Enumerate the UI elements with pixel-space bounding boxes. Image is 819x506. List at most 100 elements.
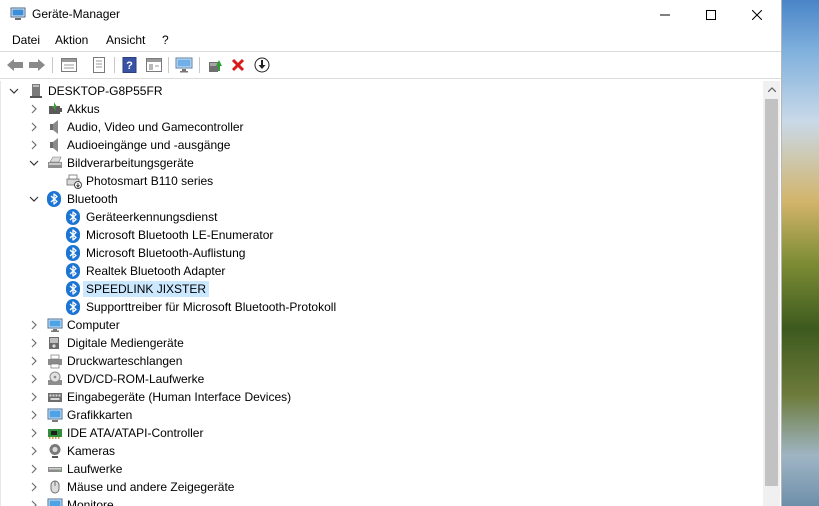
resources-icon — [146, 58, 162, 72]
chevron-up-icon — [767, 87, 776, 92]
tree-category[interactable]: Bluetooth — [1, 190, 763, 208]
maximize-icon — [706, 9, 716, 20]
menu-datei[interactable]: Datei — [12, 33, 40, 47]
tree-device[interactable]: Photosmart B110 series — [1, 172, 763, 190]
vertical-scrollbar[interactable] — [763, 81, 780, 506]
chevron-right-icon[interactable] — [29, 103, 39, 115]
details-button[interactable] — [89, 56, 109, 74]
minimize-button[interactable] — [642, 0, 688, 29]
device-tree[interactable]: DESKTOP-G8P55FR Akkus Audio, Video und Gam… — [0, 81, 763, 506]
update-driver-icon — [209, 60, 222, 72]
toolbar-separator — [114, 57, 115, 73]
chevron-right-icon[interactable] — [29, 355, 39, 367]
chevron-right-icon[interactable] — [29, 499, 39, 506]
bluetooth-icon — [66, 227, 80, 243]
details-icon — [93, 57, 105, 73]
red-x-icon — [231, 58, 245, 72]
forward-button[interactable] — [27, 56, 47, 74]
tree-category[interactable]: Druckwarteschlangen — [1, 352, 763, 370]
category-label: Audioeingänge und -ausgänge — [67, 138, 231, 152]
category-label: Eingabegeräte (Human Interface Devices) — [67, 390, 292, 404]
device-manager-icon — [10, 7, 26, 20]
tree-category[interactable]: Bildverarbeitungsgeräte — [1, 154, 763, 172]
category-label: Bildverarbeitungsgeräte — [67, 156, 194, 170]
chevron-right-icon[interactable] — [29, 373, 39, 385]
bluetooth-icon — [66, 299, 80, 315]
device-manager-window: Geräte-Manager Datei Aktion Ansicht ? ? … — [0, 0, 781, 506]
chevron-down-icon[interactable] — [29, 193, 39, 205]
tree-category[interactable]: Akkus — [1, 100, 763, 118]
toolbar-separator — [52, 57, 53, 73]
chevron-right-icon[interactable] — [29, 337, 39, 349]
view-resources-button[interactable] — [144, 56, 164, 74]
chevron-right-icon[interactable] — [29, 445, 39, 457]
help-button[interactable]: ? — [120, 56, 140, 74]
scan-hardware-button[interactable] — [174, 56, 194, 74]
toolbar-separator — [168, 57, 169, 73]
device-label: Microsoft Bluetooth LE-Enumerator — [86, 228, 274, 242]
category-label: Kameras — [67, 444, 116, 458]
bluetooth-icon — [66, 281, 80, 297]
tree-category[interactable]: Kameras — [1, 442, 763, 460]
chevron-right-icon[interactable] — [29, 139, 39, 151]
tree-category[interactable]: Monitore — [1, 496, 763, 506]
uninstall-button[interactable] — [228, 56, 248, 74]
tree-device[interactable]: Realtek Bluetooth Adapter — [1, 262, 763, 280]
chevron-right-icon[interactable] — [29, 121, 39, 133]
device-label: Microsoft Bluetooth-Auflistung — [86, 246, 246, 260]
properties-sheet-button[interactable] — [59, 56, 79, 74]
chevron-down-icon[interactable] — [29, 157, 39, 169]
close-icon — [752, 9, 762, 20]
tree-category[interactable]: Laufwerke — [1, 460, 763, 478]
menu-help[interactable]: ? — [162, 33, 169, 47]
category-label: Laufwerke — [67, 462, 123, 476]
menu-aktion[interactable]: Aktion — [55, 33, 88, 47]
tree-category[interactable]: Digitale Mediengeräte — [1, 334, 763, 352]
tree-device[interactable]: SPEEDLINK JIXSTER — [1, 280, 763, 298]
download-arrow-icon — [254, 57, 270, 73]
bluetooth-icon — [47, 191, 61, 207]
tree-category[interactable]: Eingabegeräte (Human Interface Devices) — [1, 388, 763, 406]
tree-category[interactable]: Audioeingänge und -ausgänge — [1, 136, 763, 154]
back-button[interactable] — [5, 56, 25, 74]
maximize-button[interactable] — [688, 0, 734, 29]
bluetooth-icon — [66, 245, 80, 261]
tree-category[interactable]: Grafikkarten — [1, 406, 763, 424]
chevron-right-icon[interactable] — [29, 391, 39, 403]
bluetooth-icon — [66, 209, 80, 225]
tree-category[interactable]: IDE ATA/ATAPI-Controller — [1, 424, 763, 442]
tree-root-label: DESKTOP-G8P55FR — [48, 84, 163, 98]
update-driver-button[interactable] — [205, 56, 225, 74]
tree-device[interactable]: Geräteerkennungsdienst — [1, 208, 763, 226]
tree-device[interactable]: Microsoft Bluetooth LE-Enumerator — [1, 226, 763, 244]
tree-category[interactable]: DVD/CD-ROM-Laufwerke — [1, 370, 763, 388]
tree-device[interactable]: Microsoft Bluetooth-Auflistung — [1, 244, 763, 262]
monitor-icon — [47, 497, 63, 506]
tree-root[interactable]: DESKTOP-G8P55FR — [1, 82, 763, 100]
chevron-right-icon[interactable] — [29, 409, 39, 421]
menu-ansicht[interactable]: Ansicht — [106, 33, 145, 47]
bluetooth-icon — [66, 263, 80, 279]
download-button[interactable] — [252, 56, 272, 74]
chevron-right-icon[interactable] — [29, 481, 39, 493]
window-title: Geräte-Manager — [32, 7, 121, 21]
tree-category[interactable]: Computer — [1, 316, 763, 334]
monitor-scan-icon — [175, 57, 193, 73]
chevron-right-icon[interactable] — [29, 427, 39, 439]
menu-bar: Datei Aktion Ansicht ? — [0, 31, 781, 50]
device-label: Geräteerkennungsdienst — [86, 210, 218, 224]
chevron-right-icon[interactable] — [29, 319, 39, 331]
svg-text:?: ? — [126, 60, 133, 72]
tree-category[interactable]: Audio, Video und Gamecontroller — [1, 118, 763, 136]
back-arrow-icon — [7, 59, 23, 71]
scroll-thumb[interactable] — [765, 99, 778, 486]
chevron-right-icon[interactable] — [29, 463, 39, 475]
device-label: SPEEDLINK JIXSTER — [83, 281, 210, 297]
tree-category[interactable]: Mäuse und andere Zeigegeräte — [1, 478, 763, 496]
scroll-up-button[interactable] — [763, 81, 780, 98]
device-label: Realtek Bluetooth Adapter — [86, 264, 226, 278]
title-bar[interactable]: Geräte-Manager — [0, 0, 781, 29]
chevron-down-icon[interactable] — [9, 85, 19, 97]
close-button[interactable] — [734, 0, 780, 29]
tree-device[interactable]: Supporttreiber für Microsoft Bluetooth-P… — [1, 298, 763, 316]
